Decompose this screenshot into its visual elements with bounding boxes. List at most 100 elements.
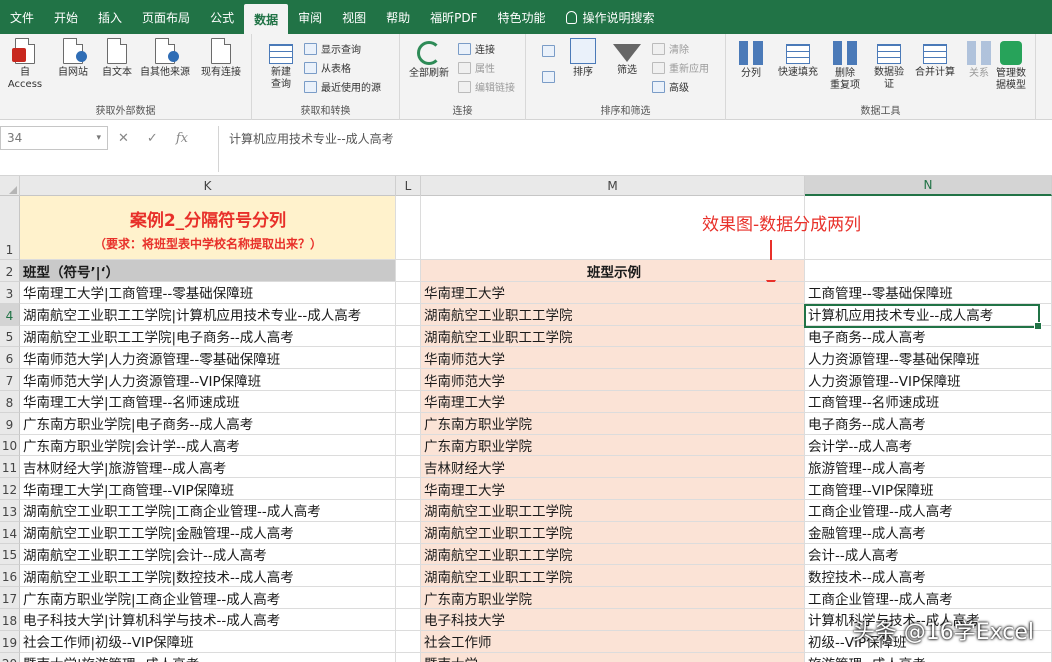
- tab-foxit-pdf[interactable]: 福昕PDF: [420, 0, 487, 34]
- cell-n-major[interactable]: 人力资源管理--零基础保障班: [805, 347, 1052, 370]
- cell-m-school[interactable]: 电子科技大学: [421, 609, 805, 631]
- select-all-corner[interactable]: [0, 176, 20, 196]
- cell-n-major[interactable]: 人力资源管理--VIP保障班: [805, 369, 1052, 391]
- formula-input[interactable]: 计算机应用技术专业--成人高考: [218, 126, 1052, 172]
- tab-file[interactable]: 文件: [0, 0, 44, 34]
- tab-insert[interactable]: 插入: [88, 0, 132, 34]
- column-header-k[interactable]: K: [20, 176, 396, 196]
- cell-k-source[interactable]: 湖南航空工业职工工学院|电子商务--成人高考: [20, 325, 396, 348]
- cell-m-school[interactable]: 湖南航空工业职工工学院: [421, 565, 805, 588]
- reapply-button[interactable]: 重新应用: [652, 59, 709, 76]
- from-access-button[interactable]: 自 Access: [2, 38, 48, 91]
- tab-review[interactable]: 审阅: [288, 0, 332, 34]
- cell-m-school[interactable]: 湖南航空工业职工工学院: [421, 521, 805, 544]
- cell-m-school[interactable]: 广东南方职业学院: [421, 434, 805, 457]
- cell-n-major[interactable]: 旅游管理--成人高考: [805, 652, 1052, 662]
- cell-m-school[interactable]: 华南理工大学: [421, 391, 805, 413]
- remove-duplicates-button[interactable]: 删除 重复项: [822, 38, 868, 92]
- cell-m-school[interactable]: 湖南航空工业职工工学院: [421, 543, 805, 566]
- cell-m-school[interactable]: 华南理工大学: [421, 478, 805, 500]
- row-header[interactable]: 18: [0, 609, 20, 631]
- row-header[interactable]: 19: [0, 630, 20, 653]
- cell-l-empty[interactable]: [396, 369, 421, 391]
- sort-ascending-button[interactable]: [542, 42, 559, 59]
- cell-m-school[interactable]: 广东南方职业学院: [421, 412, 805, 435]
- cell-l-empty[interactable]: [396, 391, 421, 413]
- tab-view[interactable]: 视图: [332, 0, 376, 34]
- cell-m-school[interactable]: 华南理工大学: [421, 282, 805, 304]
- cell-m-school[interactable]: 暨南大学: [421, 652, 805, 662]
- from-other-sources-button[interactable]: 自其他来源: [140, 38, 190, 79]
- row-header[interactable]: 12: [0, 478, 20, 500]
- cell-l-empty[interactable]: [396, 325, 421, 348]
- tab-data[interactable]: 数据: [244, 4, 289, 34]
- cell-n-major[interactable]: 工商企业管理--成人高考: [805, 587, 1052, 609]
- row-header[interactable]: 15: [0, 543, 20, 566]
- cell-m-school[interactable]: 湖南航空工业职工工学院: [421, 500, 805, 522]
- cell-l1[interactable]: [396, 196, 421, 260]
- row-header[interactable]: 16: [0, 565, 20, 588]
- row-header[interactable]: 8: [0, 391, 20, 413]
- cell-l-empty[interactable]: [396, 652, 421, 662]
- properties-button[interactable]: 属性: [458, 59, 495, 76]
- cell-k-source[interactable]: 暨南大学|旅游管理--成人高考: [20, 652, 396, 662]
- row-header[interactable]: 14: [0, 521, 20, 544]
- existing-connections-button[interactable]: 现有连接: [198, 38, 244, 79]
- cell-n-major[interactable]: 数控技术--成人高考: [805, 565, 1052, 588]
- cell-m-school[interactable]: 广东南方职业学院: [421, 587, 805, 609]
- from-web-button[interactable]: 自网站: [50, 38, 96, 79]
- new-query-button[interactable]: 新建 查询: [258, 38, 304, 91]
- consolidate-button[interactable]: 合并计算: [910, 38, 960, 79]
- manage-data-model-button[interactable]: 管理数 据模型: [988, 38, 1034, 92]
- tab-formulas[interactable]: 公式: [200, 0, 244, 34]
- show-queries-button[interactable]: 显示查询: [304, 40, 361, 57]
- cell-l-empty[interactable]: [396, 543, 421, 566]
- cell-k-source[interactable]: 华南师范大学|人力资源管理--VIP保障班: [20, 369, 396, 391]
- recent-sources-button[interactable]: 最近使用的源: [304, 78, 381, 95]
- row-header[interactable]: 11: [0, 456, 20, 479]
- clear-filter-button[interactable]: 清除: [652, 40, 689, 57]
- row-header[interactable]: 20: [0, 652, 20, 662]
- cell-k-source[interactable]: 华南理工大学|工商管理--名师速成班: [20, 391, 396, 413]
- cell-k-source[interactable]: 广东南方职业学院|会计学--成人高考: [20, 434, 396, 457]
- data-validation-button[interactable]: 数据验 证: [866, 38, 912, 91]
- cell-n-major[interactable]: 工商管理--VIP保障班: [805, 478, 1052, 500]
- connections-button[interactable]: 连接: [458, 40, 495, 57]
- sort-button[interactable]: 排序: [560, 38, 606, 79]
- row-header[interactable]: 10: [0, 434, 20, 457]
- cell-l-empty[interactable]: [396, 609, 421, 631]
- tab-home[interactable]: 开始: [44, 0, 88, 34]
- cell-n2[interactable]: [805, 260, 1052, 282]
- cell-n-major[interactable]: 工商管理--零基础保障班: [805, 282, 1052, 304]
- cell-k-source[interactable]: 湖南航空工业职工工学院|会计--成人高考: [20, 543, 396, 566]
- from-text-button[interactable]: 自文本: [94, 38, 140, 79]
- cell-m-school[interactable]: 华南师范大学: [421, 347, 805, 370]
- cell-k-source[interactable]: 湖南航空工业职工工学院|金融管理--成人高考: [20, 521, 396, 544]
- row-header[interactable]: 13: [0, 500, 20, 522]
- cell-l-empty[interactable]: [396, 478, 421, 500]
- cell-l-empty[interactable]: [396, 630, 421, 653]
- enter-icon[interactable]: ✓: [147, 131, 158, 146]
- cell-l2[interactable]: [396, 260, 421, 282]
- cell-l-empty[interactable]: [396, 412, 421, 435]
- cell-l-empty[interactable]: [396, 521, 421, 544]
- tell-me-search[interactable]: 操作说明搜索: [556, 0, 665, 34]
- cell-k-source[interactable]: 吉林财经大学|旅游管理--成人高考: [20, 456, 396, 479]
- row-header[interactable]: 3: [0, 282, 20, 304]
- cell-n-major[interactable]: 电子商务--成人高考: [805, 412, 1052, 435]
- cell-l-empty[interactable]: [396, 500, 421, 522]
- edit-links-button[interactable]: 编辑链接: [458, 78, 515, 95]
- cell-m-school[interactable]: 吉林财经大学: [421, 456, 805, 479]
- cell-l-empty[interactable]: [396, 456, 421, 479]
- tab-help[interactable]: 帮助: [376, 0, 420, 34]
- from-table-button[interactable]: 从表格: [304, 59, 351, 76]
- insert-function-icon[interactable]: fx: [176, 131, 188, 146]
- row-header[interactable]: 5: [0, 325, 20, 348]
- cell-m-school[interactable]: 湖南航空工业职工工学院: [421, 325, 805, 348]
- cell-l-empty[interactable]: [396, 587, 421, 609]
- cell-m-school[interactable]: 社会工作师: [421, 630, 805, 653]
- cell-l-empty[interactable]: [396, 282, 421, 304]
- tab-page-layout[interactable]: 页面布局: [132, 0, 200, 34]
- filter-button[interactable]: 筛选: [604, 38, 650, 77]
- row-header[interactable]: 1: [0, 196, 20, 260]
